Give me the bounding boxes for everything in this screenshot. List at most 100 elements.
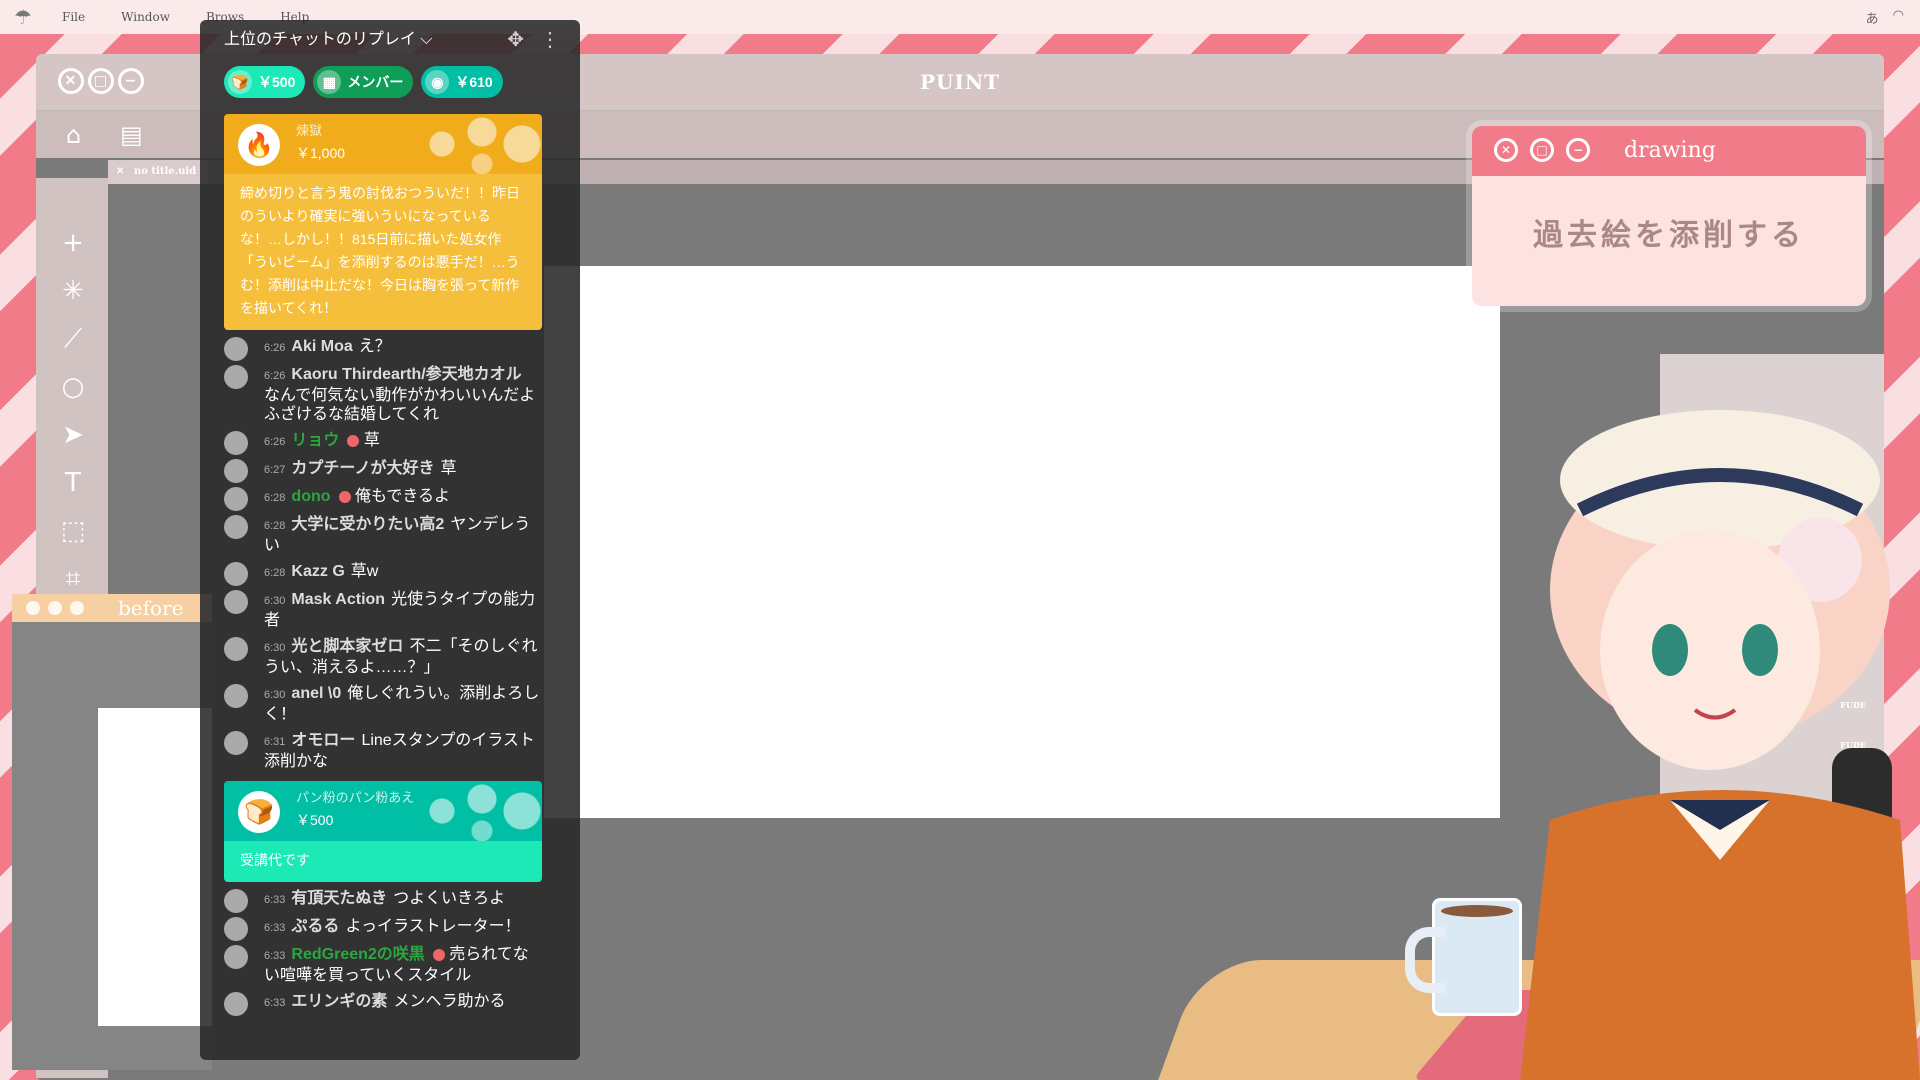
magic-wand-icon[interactable]: ✳ (58, 276, 88, 306)
superchat-header: 🍞 パン粉のパン粉あえ ￥500 (224, 781, 542, 841)
message-author[interactable]: 有頂天たぬき (291, 890, 387, 907)
chat-message[interactable]: 6:26 Kaoru Thirdearth/参天地カオルなんで何気ない動作がかわい… (200, 365, 580, 424)
drawing-maximize-button[interactable]: □ (1530, 138, 1554, 162)
message-time: 6:30 (264, 595, 286, 607)
drawing-canvas[interactable] (544, 266, 1500, 818)
drawing-title-bar: ✕ □ − drawing (1472, 126, 1866, 176)
message-text: 草w (350, 563, 379, 580)
ticker-item[interactable]: 🍞 ￥500 (224, 66, 306, 98)
text-tool-icon[interactable]: T (58, 468, 88, 498)
avatar (224, 365, 248, 389)
chat-message[interactable]: 6:30 anel \0 俺しぐれうい。添削よろしく！ (200, 684, 580, 724)
message-author[interactable]: カプチーノが大好き (291, 460, 434, 477)
move-icon[interactable]: ✥ (507, 20, 524, 60)
chat-message[interactable]: 6:30 光と脚本家ゼロ 不二「そのしぐれうい、消えるよ……？」 (200, 637, 580, 677)
tab-label: no title.uid (134, 166, 197, 177)
message-author[interactable]: エリンギの素 (291, 993, 387, 1010)
minimize-button[interactable]: − (118, 68, 144, 94)
before-title: before (118, 596, 184, 620)
avatar: 🔥 (238, 124, 280, 166)
more-options-icon[interactable]: ⋮ (540, 20, 560, 60)
app-title: PUINT (920, 70, 1000, 94)
home-icon[interactable]: ⌂ (66, 121, 81, 149)
close-button[interactable]: ✕ (58, 68, 84, 94)
ticker-item[interactable]: ◉ ￥610 (421, 66, 503, 98)
tab-close-icon[interactable]: ✕ (116, 160, 124, 184)
superchat-decoration (422, 781, 542, 841)
message-author[interactable]: Aki Moa (291, 338, 352, 355)
avatar (224, 889, 248, 913)
chat-message[interactable]: 6:30 Mask Action 光使うタイプの能力者 (200, 590, 580, 630)
message-author[interactable]: ぷるる (291, 918, 339, 935)
avatar (224, 431, 248, 455)
message-author[interactable]: RedGreen2の咲黒 (291, 946, 424, 963)
chat-message[interactable]: 6:28 Kazz G 草w (200, 562, 580, 586)
zoom-icon[interactable]: ○ (58, 372, 88, 402)
message-author[interactable]: リョウ (291, 432, 339, 449)
message-author[interactable]: anel \0 (291, 685, 341, 702)
superchat-decoration (422, 114, 542, 174)
crop-icon[interactable]: ⌗ (58, 564, 88, 594)
chat-header: 上位のチャットのリプレイ ⌵ ✥ ⋮ (200, 20, 580, 60)
add-icon[interactable]: + (58, 228, 88, 258)
superchat-2[interactable]: 🍞 パン粉のパン粉あえ ￥500 受講代です (224, 781, 542, 882)
message-time: 6:28 (264, 567, 286, 579)
superchat-1[interactable]: 🔥 煉獄 ￥1,000 締め切りと言う鬼の討伐おつういだ！！昨日のういより確実に… (224, 114, 542, 330)
chat-message[interactable]: 6:28 dono 俺もできるよ (200, 487, 580, 511)
avatar (224, 637, 248, 661)
before-canvas (98, 708, 212, 1026)
chat-replay-panel: 上位のチャットのリプレイ ⌵ ✥ ⋮ 🍞 ￥500 ▦ メンバー ◉ ￥610 🔥 煉獄 … (200, 20, 580, 1060)
before-close-button[interactable] (26, 601, 40, 615)
chat-message[interactable]: 6:26 リョウ 草 (200, 431, 580, 455)
before-maximize-button[interactable] (48, 601, 62, 615)
message-author[interactable]: オモロー (291, 732, 355, 749)
document-icon[interactable]: ▤ (120, 121, 143, 149)
menu-file[interactable]: File (62, 10, 85, 24)
menu-window[interactable]: Window (121, 10, 170, 24)
message-author[interactable]: Kazz G (291, 563, 344, 580)
select-arrow-icon[interactable]: ➤ (58, 420, 88, 450)
maximize-button[interactable]: □ (88, 68, 114, 94)
message-time: 6:33 (264, 997, 286, 1009)
chat-message[interactable]: 6:31 オモロー Lineスタンプのイラスト添削かな (200, 731, 580, 771)
superchat-header: 🔥 煉獄 ￥1,000 (224, 114, 542, 174)
avatar (224, 945, 248, 969)
wifi-icon[interactable]: ◠ (1893, 8, 1904, 27)
menu-status: あ ◠ (1866, 8, 1904, 27)
chat-message[interactable]: 6:33 有頂天たぬき つよくいきろよ (200, 889, 580, 913)
ticker-label: ￥610 (455, 74, 493, 90)
message-text: 草 (363, 432, 380, 449)
avatar-icon: ◉ (425, 70, 450, 94)
message-time: 6:31 (264, 736, 286, 748)
chat-message[interactable]: 6:33 RedGreen2の咲黒 売られてない喧嘩を買っていくスタイル (200, 945, 580, 985)
bread-icon: 🍞 (238, 791, 280, 833)
member-badge-icon (432, 948, 445, 961)
message-time: 6:30 (264, 689, 286, 701)
chat-message[interactable]: 6:26 Aki Moa え？ (200, 337, 580, 361)
chat-message[interactable]: 6:33 ぷるる よっイラストレーター！ (200, 917, 580, 941)
ticker-label: ￥500 (258, 74, 296, 90)
marquee-icon[interactable]: ⬚ (58, 516, 88, 546)
chat-message[interactable]: 6:33 エリンギの素 メンヘラ助かる (200, 992, 580, 1016)
before-minimize-button[interactable] (70, 601, 84, 615)
message-author[interactable]: Mask Action (291, 591, 385, 608)
chat-message[interactable]: 6:28 大学に受かりたい高2 ヤンデレうい (200, 515, 580, 555)
input-method-icon[interactable]: あ (1866, 8, 1879, 27)
superchat-message: 締め切りと言う鬼の討伐おつういだ！！昨日のういより確実に強いういになっているな！… (224, 174, 542, 330)
message-author[interactable]: dono (291, 488, 330, 505)
drawing-close-button[interactable]: ✕ (1494, 138, 1518, 162)
message-time: 6:26 (264, 370, 286, 382)
message-author[interactable]: 大学に受かりたい高2 (291, 516, 444, 533)
message-time: 6:27 (264, 464, 286, 476)
chat-mode-dropdown[interactable]: 上位のチャットのリプレイ ⌵ (224, 31, 432, 48)
document-tab[interactable]: ✕ no title.uid (108, 160, 209, 184)
eyedropper-icon[interactable]: ⟋ (58, 324, 88, 354)
chat-message[interactable]: 6:27 カプチーノが大好き草 (200, 459, 580, 483)
drawing-minimize-button[interactable]: − (1566, 138, 1590, 162)
superchat-message: 受講代です (224, 841, 542, 882)
message-author[interactable]: 光と脚本家ゼロ (291, 638, 403, 655)
ticker-item[interactable]: ▦ メンバー (313, 66, 414, 98)
avatar (224, 562, 248, 586)
message-author[interactable]: Kaoru Thirdearth/参天地カオル (291, 366, 521, 383)
message-text: よっイラストレーター！ (345, 918, 521, 935)
